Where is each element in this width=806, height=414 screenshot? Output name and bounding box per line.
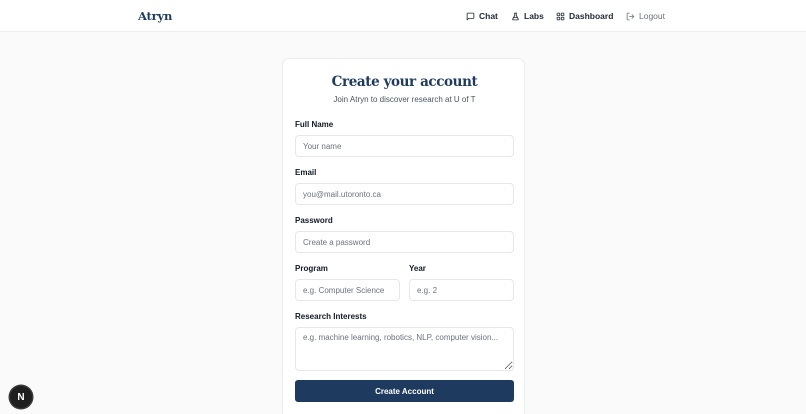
- year-input[interactable]: [409, 279, 514, 301]
- nav-item-labs-label: Labs: [524, 11, 544, 21]
- full-name-input[interactable]: [295, 135, 514, 157]
- page-title: Create your account: [331, 74, 478, 90]
- research-interests-label: Research Interests: [295, 312, 367, 321]
- full-name-label: Full Name: [295, 120, 334, 129]
- create-account-button[interactable]: Create Account: [295, 380, 514, 402]
- nav-item-labs[interactable]: Labs: [511, 9, 544, 23]
- nextjs-icon: N: [17, 391, 25, 403]
- nav-item-chat[interactable]: Chat: [466, 9, 498, 23]
- grid-icon: [556, 12, 565, 21]
- email-input[interactable]: [295, 183, 514, 205]
- page-subtitle: Join Atryn to discover research at U of …: [333, 95, 476, 104]
- chat-icon: [466, 12, 475, 21]
- research-interests-textarea[interactable]: [295, 327, 514, 371]
- nextjs-dev-badge[interactable]: N: [10, 386, 32, 408]
- nav-item-chat-label: Chat: [479, 11, 498, 21]
- signup-card: Create your account Join Atryn to discov…: [282, 58, 525, 414]
- brand-logo[interactable]: Atryn: [138, 9, 172, 23]
- program-label: Program: [295, 264, 328, 273]
- password-input[interactable]: [295, 231, 514, 253]
- nav-item-logout-label: Logout: [639, 11, 665, 21]
- flask-icon: [511, 12, 520, 21]
- nav-item-dashboard-label: Dashboard: [569, 11, 614, 21]
- nav-item-logout[interactable]: Logout: [626, 9, 665, 23]
- email-label: Email: [295, 168, 317, 177]
- program-input[interactable]: [295, 279, 400, 301]
- year-label: Year: [409, 264, 426, 273]
- logout-icon: [626, 12, 635, 21]
- password-label: Password: [295, 216, 333, 225]
- nav-item-dashboard[interactable]: Dashboard: [556, 9, 613, 23]
- top-navbar: Atryn Chat Labs Dashboard Logout: [0, 0, 806, 32]
